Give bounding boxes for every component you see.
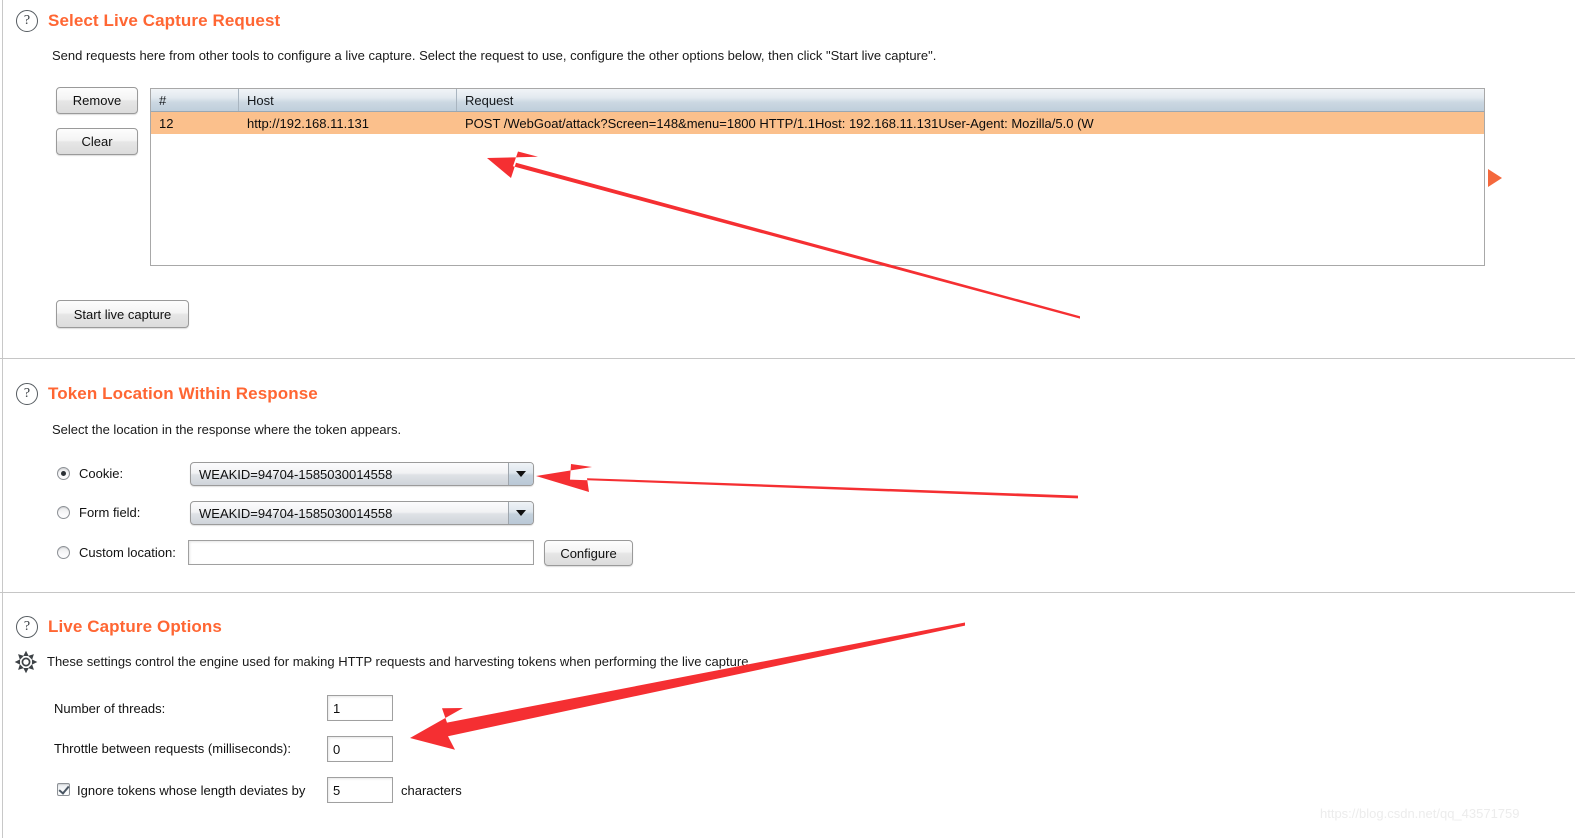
section-title-live-capture-options: Live Capture Options bbox=[48, 617, 222, 636]
throttle-between-requests-input[interactable]: 0 bbox=[327, 736, 393, 762]
column-header-number[interactable]: # bbox=[151, 89, 239, 111]
cookie-combobox-value: WEAKID=94704-1585030014558 bbox=[199, 466, 393, 482]
label-ignore-tokens-prefix: Ignore tokens whose length deviates by bbox=[77, 783, 306, 798]
annotation-arrow-2 bbox=[536, 464, 1078, 499]
watermark-text: https://blog.csdn.net/qq_43571759 bbox=[1320, 806, 1520, 821]
ignore-tokens-deviation-input[interactable]: 5 bbox=[327, 777, 393, 803]
live-capture-options-description: These settings control the engine used f… bbox=[47, 654, 753, 669]
live-capture-request-header: ? Select Live Capture Request bbox=[16, 10, 280, 32]
chevron-down-icon[interactable] bbox=[508, 502, 533, 524]
number-of-threads-input[interactable]: 1 bbox=[327, 695, 393, 721]
label-number-of-threads: Number of threads: bbox=[54, 701, 166, 716]
form-field-combobox[interactable]: WEAKID=94704-1585030014558 bbox=[190, 501, 534, 525]
request-table-header-row: # Host Request bbox=[151, 89, 1484, 112]
radio-custom-location[interactable] bbox=[57, 546, 70, 559]
request-table[interactable]: # Host Request 12 http://192.168.11.131 … bbox=[150, 88, 1485, 266]
configure-button[interactable]: Configure bbox=[544, 540, 633, 566]
column-header-request[interactable]: Request bbox=[457, 89, 1484, 111]
live-capture-request-description: Send requests here from other tools to c… bbox=[52, 48, 937, 63]
ignore-tokens-checkbox[interactable] bbox=[57, 783, 70, 796]
section-divider-2 bbox=[0, 592, 1575, 593]
chevron-down-icon[interactable] bbox=[508, 463, 533, 485]
cell-request: POST /WebGoat/attack?Screen=148&menu=180… bbox=[465, 115, 1094, 131]
cell-number: 12 bbox=[159, 115, 174, 131]
label-form-field: Form field: bbox=[79, 505, 141, 520]
radio-cookie[interactable] bbox=[57, 467, 70, 480]
label-ignore-tokens-suffix: characters bbox=[401, 783, 462, 798]
section-title-token-location: Token Location Within Response bbox=[48, 384, 318, 403]
question-mark-icon[interactable]: ? bbox=[16, 10, 38, 32]
remove-button[interactable]: Remove bbox=[56, 87, 138, 114]
section-divider-1 bbox=[0, 358, 1575, 359]
table-row[interactable]: 12 http://192.168.11.131 POST /WebGoat/a… bbox=[151, 112, 1484, 134]
question-mark-icon[interactable]: ? bbox=[16, 616, 38, 638]
token-location-header: ? Token Location Within Response bbox=[16, 383, 318, 405]
live-capture-options-header: ? Live Capture Options bbox=[16, 616, 222, 638]
burp-sequencer-live-capture-panel: ? Select Live Capture Request Send reque… bbox=[0, 0, 1575, 838]
label-custom-location: Custom location: bbox=[79, 545, 176, 560]
cookie-combobox[interactable]: WEAKID=94704-1585030014558 bbox=[190, 462, 534, 486]
form-field-combobox-value: WEAKID=94704-1585030014558 bbox=[199, 505, 393, 521]
label-throttle-between-requests: Throttle between requests (milliseconds)… bbox=[54, 741, 291, 756]
token-location-description: Select the location in the response wher… bbox=[52, 422, 402, 437]
left-edge-rule bbox=[2, 0, 3, 838]
radio-form-field[interactable] bbox=[57, 506, 70, 519]
clear-button[interactable]: Clear bbox=[56, 128, 138, 155]
annotation-arrow-3 bbox=[410, 622, 965, 750]
orange-right-triangle-icon[interactable] bbox=[1488, 169, 1502, 187]
column-header-host[interactable]: Host bbox=[239, 89, 457, 111]
section-title-live-capture-request: Select Live Capture Request bbox=[48, 11, 281, 30]
gear-icon[interactable] bbox=[14, 650, 38, 674]
label-cookie: Cookie: bbox=[79, 466, 124, 481]
start-live-capture-button[interactable]: Start live capture bbox=[56, 300, 189, 328]
custom-location-input[interactable] bbox=[188, 540, 534, 565]
cell-host: http://192.168.11.131 bbox=[247, 115, 369, 131]
question-mark-icon[interactable]: ? bbox=[16, 383, 38, 405]
